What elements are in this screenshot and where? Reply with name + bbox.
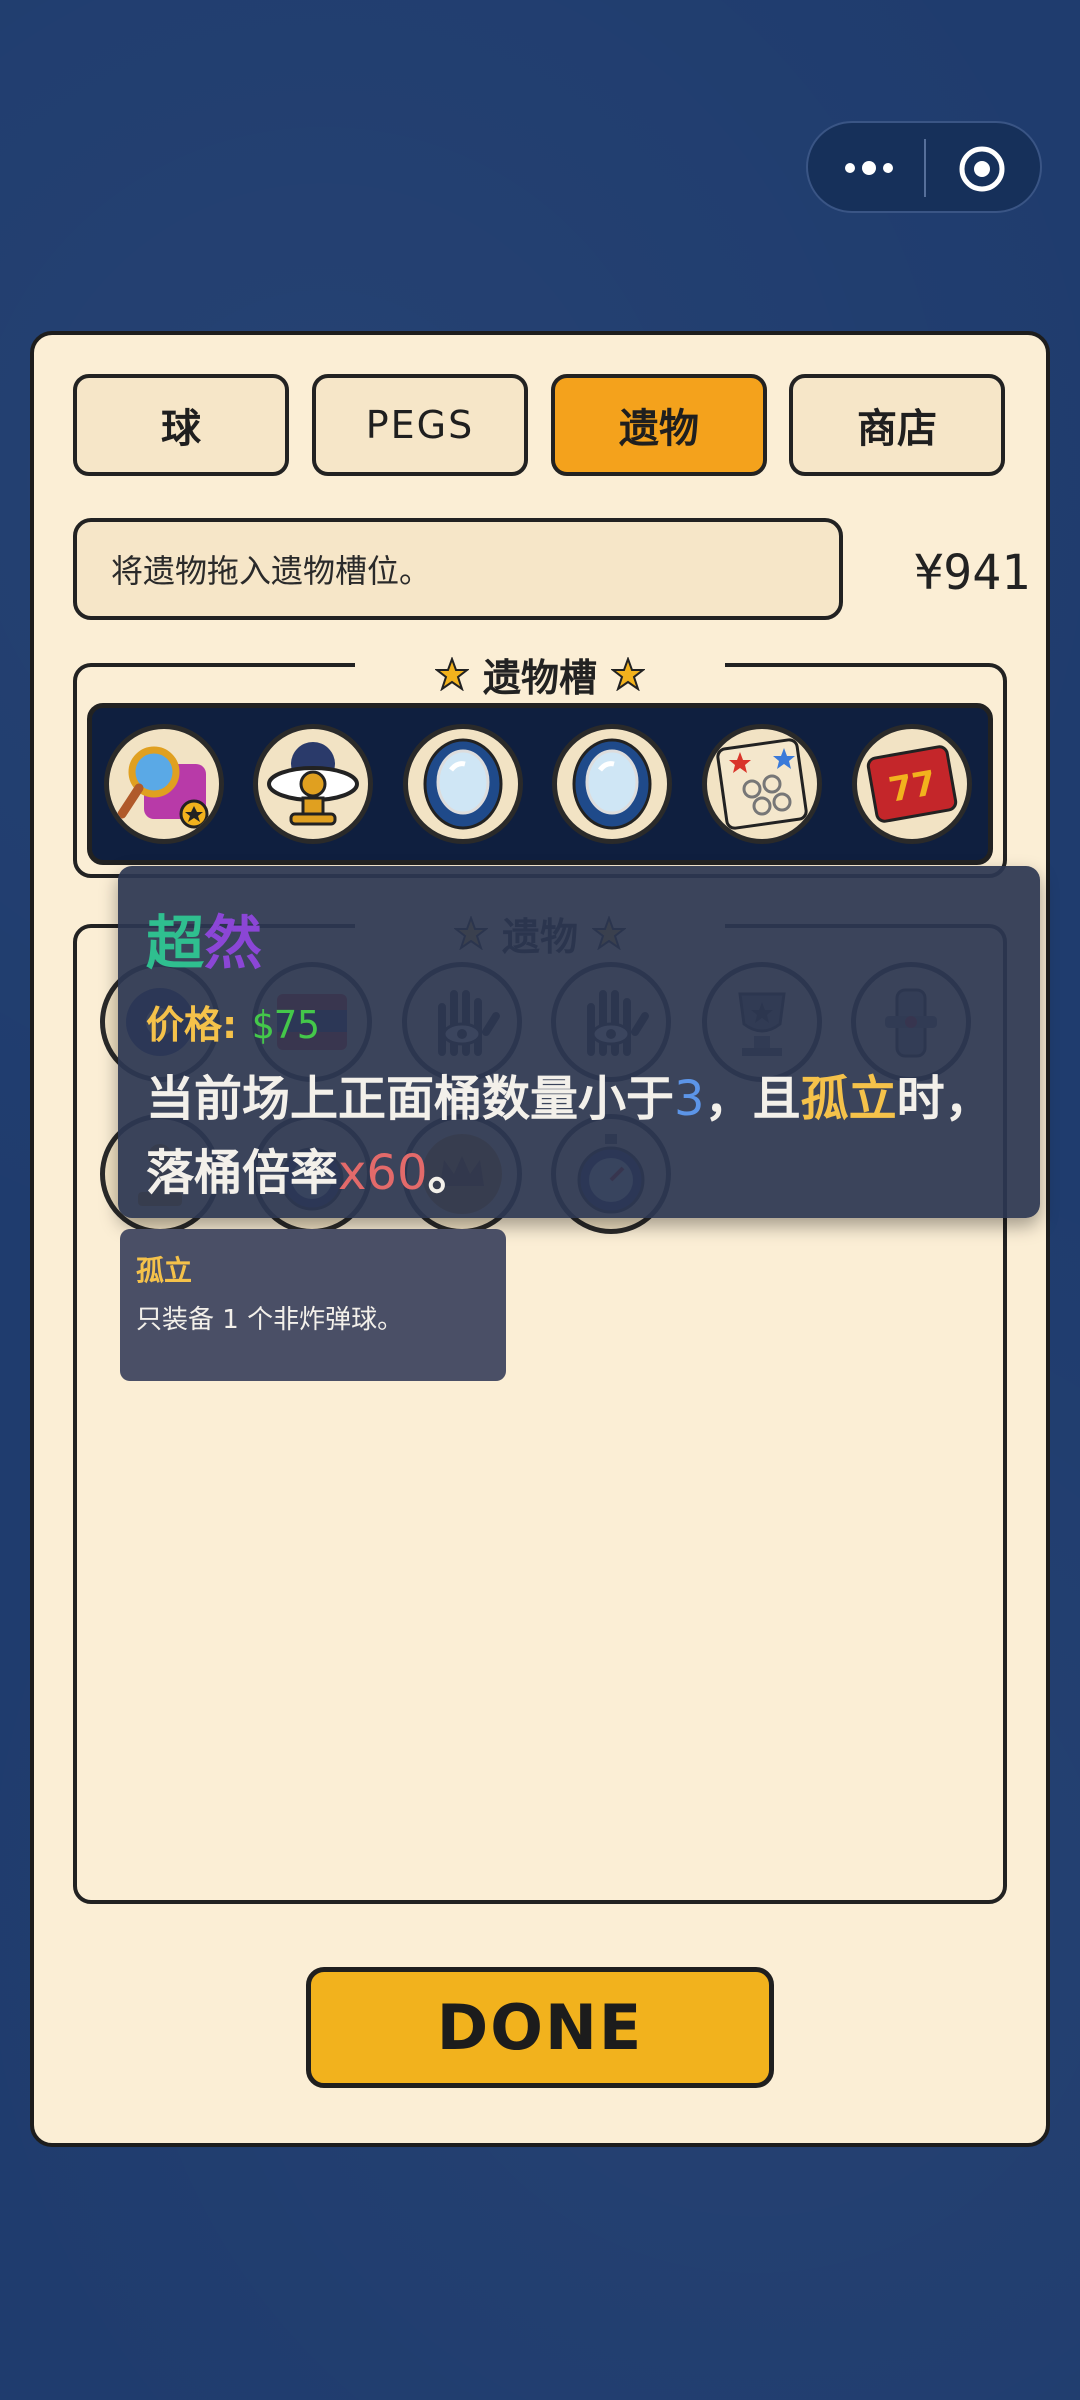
relic-slot-title: 遗物槽 — [482, 655, 597, 700]
tab-pegs[interactable]: PEGS — [312, 374, 528, 476]
relic-name-part1: 超 — [146, 909, 205, 977]
star-icon — [434, 657, 469, 691]
relic-slot-4[interactable] — [552, 724, 672, 844]
relic-slot-1[interactable] — [104, 724, 224, 844]
keyword-description: 只装备 1 个非炸弹球。 — [136, 1305, 404, 1335]
price-value: $75 — [251, 1003, 320, 1047]
desc-text: 落桶倍率 — [146, 1145, 339, 1201]
price-colon: : — [222, 1003, 238, 1047]
relic-slot-5[interactable] — [702, 724, 822, 844]
desc-text: 。 — [427, 1145, 476, 1201]
tab-shop[interactable]: 商店 — [789, 374, 1005, 476]
desc-text: 当前场上正面桶数量小于 — [146, 1071, 675, 1127]
relic-price: 价格: $75 — [146, 994, 320, 1049]
relic-description: 当前场上正面桶数量小于3，且孤立时， 落桶倍率x60。 — [146, 1062, 1026, 1210]
instruction-text: 将遗物拖入遗物槽位。 — [111, 552, 432, 590]
magnifier-star-relic-icon — [117, 746, 209, 829]
relic-slot-header: 遗物槽 — [355, 644, 725, 704]
relic-slot-6[interactable]: 77 — [852, 724, 972, 844]
eye-pedestal-relic-icon — [267, 742, 359, 826]
desc-multiplier: x60 — [338, 1145, 428, 1201]
relic-name-part2: 然 — [204, 909, 263, 977]
desc-number: 3 — [674, 1071, 705, 1127]
price-label: 价格 — [146, 1003, 223, 1047]
desc-text: ，且 — [704, 1071, 801, 1127]
money-display: ¥941 — [914, 545, 1030, 601]
star-card-relic-icon — [716, 738, 808, 830]
more-icon[interactable] — [842, 151, 896, 185]
relic-slot-2[interactable] — [253, 724, 373, 844]
miniprogram-capsule — [806, 121, 1042, 213]
desc-text: 时， — [896, 1071, 993, 1127]
relic-tooltip: 超然 价格: $75 当前场上正面桶数量小于3，且孤立时， 落桶倍率x60。 — [118, 866, 1040, 1218]
keyword-tooltip: 孤立 只装备 1 个非炸弹球。 — [120, 1229, 506, 1381]
slot-77-ticket-relic-icon: 77 — [866, 745, 958, 823]
star-icon — [611, 657, 645, 691]
tab-relics[interactable]: 遗物 — [551, 374, 767, 476]
svg-text:77: 77 — [886, 763, 940, 811]
mirror-relic-icon — [423, 738, 503, 830]
close-miniprogram-icon[interactable] — [958, 145, 1006, 193]
capsule-divider — [924, 139, 926, 197]
keyword-title: 孤立 — [136, 1254, 193, 1287]
instruction-box: 将遗物拖入遗物槽位。 — [73, 518, 843, 620]
relic-slot-3[interactable] — [403, 724, 523, 844]
desc-keyword: 孤立 — [800, 1071, 897, 1127]
relic-name: 超然 — [146, 896, 262, 980]
mirror-relic-icon — [572, 738, 652, 830]
done-button[interactable]: DONE — [306, 1967, 774, 2088]
tab-balls[interactable]: 球 — [73, 374, 289, 476]
